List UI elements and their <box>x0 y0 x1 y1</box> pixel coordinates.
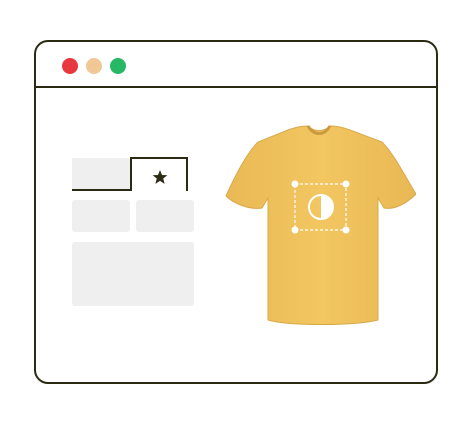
browser-window <box>34 40 438 384</box>
preview-area <box>72 242 194 306</box>
option-tile[interactable] <box>72 200 130 232</box>
option-tile[interactable] <box>136 200 194 232</box>
resize-handle[interactable] <box>291 180 299 188</box>
maximize-window-button[interactable] <box>110 58 126 74</box>
close-window-button[interactable] <box>62 58 78 74</box>
tab-inactive[interactable] <box>72 158 130 190</box>
tshirt-image <box>225 125 416 325</box>
star-icon <box>152 170 168 184</box>
resize-handle[interactable] <box>291 226 299 234</box>
resize-handle[interactable] <box>342 226 350 234</box>
window-titlebar <box>36 42 436 88</box>
resize-handle[interactable] <box>342 180 350 188</box>
minimize-window-button[interactable] <box>86 58 102 74</box>
tab-favorites[interactable] <box>130 157 188 191</box>
tab-underline <box>72 189 130 191</box>
